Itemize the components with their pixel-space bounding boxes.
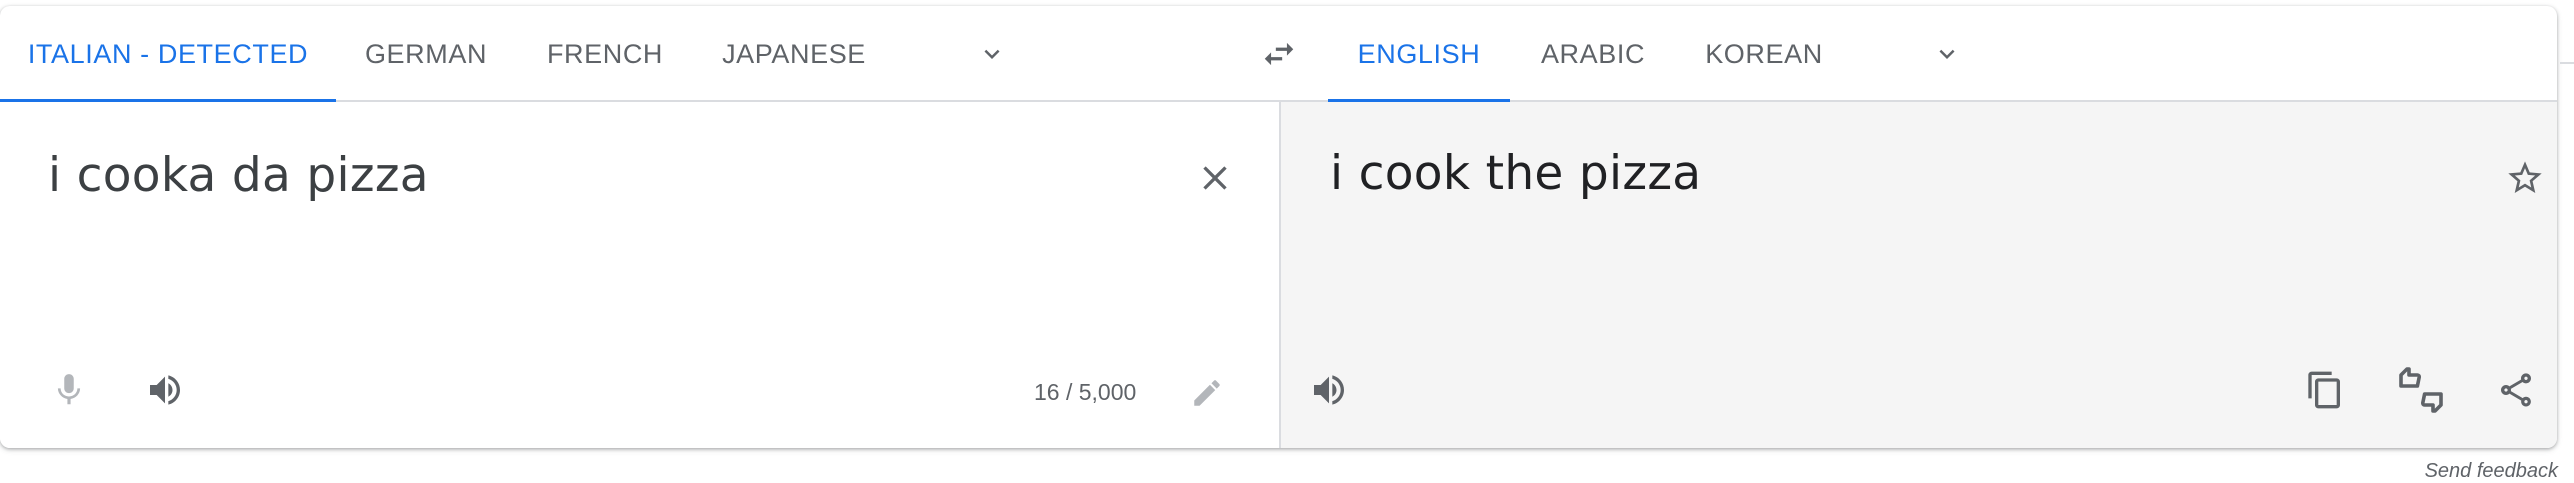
tab-label: ARABIC — [1540, 38, 1646, 69]
rate-translation-button[interactable] — [2391, 360, 2451, 420]
microphone-button[interactable] — [39, 360, 99, 420]
swap-languages-button[interactable] — [1249, 24, 1309, 84]
listen-translation-button[interactable] — [1299, 360, 1359, 420]
tab-label: GERMAN — [364, 38, 488, 69]
edit-button[interactable] — [1177, 363, 1237, 423]
clear-source-button[interactable] — [1185, 148, 1245, 208]
source-more-languages-button[interactable] — [962, 24, 1022, 84]
source-pane: i cooka da pizza 16 / 5,000 — [0, 102, 1281, 448]
tab-label: ITALIAN - DETECTED — [27, 38, 309, 69]
tab-label: FRENCH — [546, 38, 664, 69]
save-translation-button[interactable] — [2495, 148, 2555, 208]
volume-icon — [150, 375, 180, 405]
translation-output: i cook the pizza — [1330, 146, 1702, 201]
tab-label: JAPANESE — [722, 38, 866, 69]
tab-label: ENGLISH — [1357, 38, 1481, 69]
tab-label: KOREAN — [1705, 38, 1823, 69]
translation-pane: i cook the pizza — [1281, 102, 2557, 448]
language-tab-bar: ITALIAN - DETECTED GERMAN FRENCH JAPANES… — [0, 6, 2557, 104]
copy-translation-button[interactable] — [2295, 360, 2355, 420]
star-icon — [2508, 161, 2542, 193]
tab-target-arabic[interactable]: ARABIC — [1510, 6, 1676, 102]
volume-icon — [1314, 375, 1344, 405]
chevron-down-icon — [984, 49, 1000, 59]
character-count: 16 / 5,000 — [1034, 379, 1137, 405]
share-translation-button[interactable] — [2486, 360, 2546, 420]
microphone-icon — [57, 374, 81, 405]
tab-source-japanese[interactable]: JAPANESE — [694, 6, 894, 102]
tab-source-german[interactable]: GERMAN — [336, 6, 516, 102]
pencil-icon — [1194, 380, 1220, 406]
translate-card: ITALIAN - DETECTED GERMAN FRENCH JAPANES… — [0, 6, 2557, 448]
thumbs-up-down-icon — [2399, 367, 2443, 413]
copy-icon — [2308, 371, 2340, 409]
tab-source-french[interactable]: FRENCH — [516, 6, 694, 102]
chevron-down-icon — [1939, 49, 1955, 59]
share-icon — [2501, 373, 2531, 407]
target-more-languages-button[interactable] — [1917, 24, 1977, 84]
swap-languages-icon — [1264, 42, 1294, 66]
tab-target-korean[interactable]: KOREAN — [1676, 6, 1852, 102]
tab-source-italian-detected[interactable]: ITALIAN - DETECTED — [0, 6, 336, 104]
tab-target-english[interactable]: ENGLISH — [1328, 6, 1510, 104]
listen-source-button[interactable] — [135, 360, 195, 420]
source-text-input[interactable]: i cooka da pizza — [48, 148, 429, 203]
close-icon — [1203, 166, 1227, 190]
divider — [2560, 62, 2574, 64]
